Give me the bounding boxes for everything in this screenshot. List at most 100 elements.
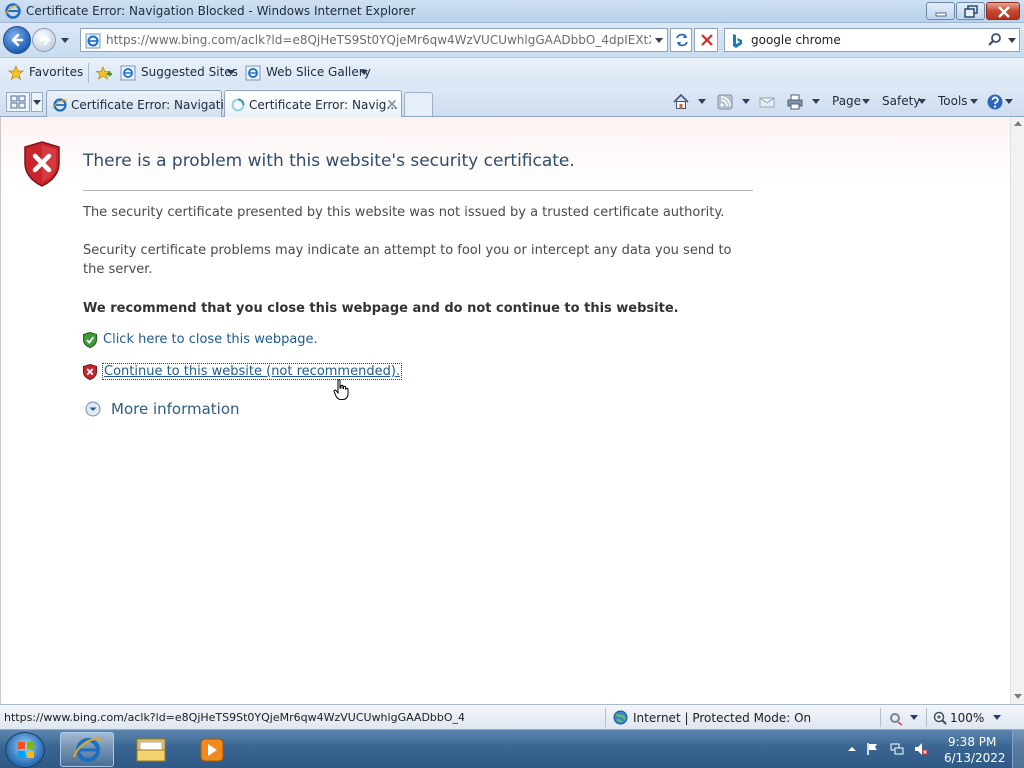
show-desktop-button[interactable] — [1012, 730, 1024, 768]
taskbar-clock-time[interactable]: 9:38 PM — [948, 735, 996, 749]
zoom-level[interactable]: 100% — [950, 711, 984, 725]
close-webpage-link[interactable]: Click here to close this webpage. — [103, 332, 318, 347]
privacy-gear-icon[interactable] — [888, 710, 904, 726]
search-query[interactable]: google chrome — [751, 33, 841, 47]
close-window-button[interactable] — [986, 2, 1020, 20]
web-slice-page-icon — [245, 65, 261, 81]
privacy-dropdown-icon[interactable] — [910, 715, 918, 721]
expand-chevron-icon[interactable] — [85, 401, 101, 417]
forward-button[interactable] — [32, 28, 56, 52]
new-tab-button[interactable] — [404, 92, 433, 116]
refresh-button[interactable] — [670, 28, 692, 52]
tab-label: Certificate Error: Navig... — [249, 98, 398, 112]
search-options-dropdown-icon[interactable] — [1007, 35, 1017, 45]
recommendation-text: We recommend that you close this webpage… — [83, 301, 679, 316]
web-slice-gallery-link[interactable]: Web Slice Gallery — [266, 65, 371, 79]
more-information-link[interactable]: More information — [111, 400, 240, 418]
search-icon[interactable] — [987, 32, 1003, 48]
quick-tabs-icon — [10, 95, 26, 109]
search-box[interactable]: google chrome — [724, 28, 1020, 52]
address-url[interactable]: https://www.bing.com/aclk?ld=e8QjHeTS9St… — [106, 33, 651, 47]
tools-menu-dropdown-icon[interactable] — [970, 99, 978, 105]
back-button[interactable] — [3, 26, 31, 54]
scroll-down-icon[interactable] — [1014, 694, 1022, 700]
feeds-dropdown-icon[interactable] — [742, 99, 750, 105]
folder-icon — [136, 738, 166, 762]
status-divider — [605, 708, 606, 727]
taskbar-file-explorer[interactable] — [124, 732, 178, 767]
window-title: Certificate Error: Navigation Blocked - … — [26, 4, 416, 18]
close-tab-icon[interactable] — [386, 98, 398, 110]
taskbar-internet-explorer[interactable] — [60, 732, 114, 767]
help-dropdown-icon[interactable] — [1005, 99, 1013, 105]
status-divider — [926, 708, 927, 727]
vertical-scrollbar[interactable] — [1010, 117, 1024, 704]
address-dropdown-icon[interactable] — [654, 35, 664, 45]
forward-arrow-icon — [40, 35, 51, 45]
status-divider — [880, 708, 881, 727]
favorites-star-icon — [8, 65, 24, 81]
tab-label: Certificate Error: Navigatio... — [71, 98, 243, 112]
taskbar-clock-date[interactable]: 6/13/2022 — [944, 751, 1006, 765]
safety-menu[interactable]: Safety — [882, 94, 920, 108]
print-icon[interactable] — [786, 93, 804, 111]
tools-menu[interactable]: Tools — [938, 94, 968, 108]
tab-certificate-error-1[interactable]: Certificate Error: Navigatio... — [46, 90, 242, 117]
suggested-sites-dropdown-icon[interactable] — [227, 70, 235, 76]
windows-logo-icon — [18, 742, 34, 758]
media-player-icon — [200, 738, 224, 762]
page-menu[interactable]: Page — [832, 94, 861, 108]
bing-icon — [733, 34, 742, 48]
tab-list-dropdown[interactable] — [31, 92, 43, 112]
scroll-up-icon[interactable] — [1014, 121, 1022, 127]
continue-to-website-link[interactable]: Continue to this website (not recommende… — [101, 363, 403, 380]
favorites-button[interactable]: Favorites — [29, 65, 83, 79]
volume-muted-icon[interactable] — [914, 742, 928, 756]
red-shield-icon — [83, 364, 97, 380]
tab-bar: Certificate Error: Navigatio... Certific… — [0, 87, 1024, 118]
taskbar: 9:38 PM 6/13/2022 — [0, 729, 1024, 768]
restore-button[interactable] — [956, 2, 985, 20]
page-menu-dropdown-icon[interactable] — [862, 99, 870, 105]
certificate-message: The security certificate presented by th… — [83, 205, 725, 220]
safety-menu-dropdown-icon[interactable] — [918, 99, 926, 105]
security-warning-message: Security certificate problems may indica… — [83, 243, 732, 277]
internet-zone-globe-icon — [613, 710, 628, 725]
navigation-bar: https://www.bing.com/aclk?ld=e8QjHeTS9St… — [0, 23, 1024, 57]
home-icon[interactable] — [672, 93, 690, 111]
print-dropdown-icon[interactable] — [812, 99, 820, 105]
minimize-button[interactable] — [926, 2, 955, 20]
network-icon[interactable] — [890, 742, 904, 756]
action-center-flag-icon[interactable] — [866, 742, 880, 756]
suggested-sites-link[interactable]: Suggested Sites — [141, 65, 238, 79]
help-icon[interactable] — [986, 93, 1004, 111]
refresh-icon — [676, 33, 688, 47]
home-dropdown-icon[interactable] — [698, 99, 706, 105]
status-url: https://www.bing.com/aclk?ld=e8QjHeTS9St… — [4, 711, 464, 724]
tab-certificate-error-2[interactable]: Certificate Error: Navig... — [224, 90, 402, 118]
start-button[interactable] — [5, 732, 45, 768]
show-hidden-icons-icon[interactable] — [845, 742, 859, 756]
page-content: There is a problem with this website's s… — [0, 117, 1010, 704]
title-bar: Certificate Error: Navigation Blocked - … — [0, 0, 1024, 23]
quick-tabs-button[interactable] — [6, 92, 30, 112]
stop-button[interactable] — [694, 28, 718, 52]
taskbar-media-player[interactable] — [184, 732, 238, 767]
ie-taskbar-icon — [73, 738, 102, 762]
zoom-dropdown-icon[interactable] — [993, 715, 1001, 721]
feeds-icon[interactable] — [716, 93, 734, 111]
stop-icon — [701, 34, 713, 46]
zoom-icon[interactable] — [933, 711, 947, 725]
address-bar[interactable]: https://www.bing.com/aclk?ld=e8QjHeTS9St… — [80, 28, 668, 52]
heading-divider — [83, 190, 753, 191]
add-to-favorites-icon[interactable] — [96, 65, 112, 81]
loading-spinner-icon — [231, 98, 245, 112]
hand-cursor-icon — [333, 379, 349, 400]
tab-list-dropdown-icon — [33, 100, 41, 105]
ie-page-icon — [85, 33, 101, 49]
read-mail-icon[interactable] — [758, 93, 776, 111]
web-slice-gallery-dropdown-icon[interactable] — [360, 70, 368, 76]
green-shield-icon — [83, 332, 97, 348]
security-zone-text[interactable]: Internet | Protected Mode: On — [633, 711, 811, 725]
recent-pages-dropdown-icon[interactable] — [59, 34, 71, 46]
